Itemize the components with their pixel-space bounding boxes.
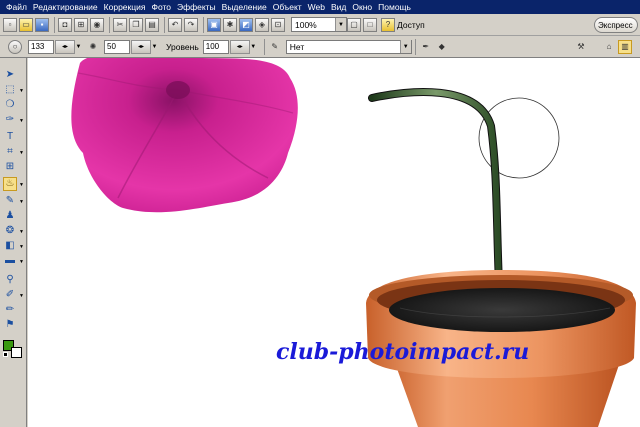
text-tool-icon[interactable]: T	[3, 130, 17, 144]
paste-icon[interactable]: ▤	[145, 17, 159, 32]
size-stepper-icon[interactable]: ◂▸	[55, 39, 75, 54]
chevron-down-icon[interactable]: ▼	[75, 40, 82, 54]
toolbar-divider	[263, 38, 265, 55]
softness-stepper-icon[interactable]: ◂▸	[131, 39, 151, 54]
level-stepper-icon[interactable]: ◂▸	[229, 39, 250, 54]
chevron-down-icon[interactable]: ▼	[19, 88, 24, 94]
chevron-down-icon[interactable]: ▼	[19, 199, 24, 205]
express-mode-button[interactable]: Экспресс	[594, 17, 638, 33]
full-screen-icon[interactable]: □	[363, 17, 377, 32]
new-file-icon[interactable]: ▫	[3, 17, 17, 32]
menu-file[interactable]: Файл	[3, 0, 30, 14]
transform-tool-icon[interactable]: ⊞	[3, 160, 17, 174]
options-toolbar: ○ 133 ◂▸ ▼ ✺ 50 ◂▸ ▼ Уровень 100 ◂▸ ▼ ✎ …	[0, 36, 640, 58]
menu-view[interactable]: Вид	[328, 0, 349, 14]
menu-adjust[interactable]: Коррекция	[101, 0, 149, 14]
zoom-tool-icon[interactable]: ⚲	[3, 273, 17, 287]
pick-tool-icon[interactable]: ➤	[3, 68, 17, 82]
watermark-text: club-photoimpact.ru	[276, 339, 530, 365]
zoom-value: 100%	[295, 19, 317, 30]
chevron-down-icon[interactable]: ▼	[19, 244, 24, 250]
menu-selection[interactable]: Выделение	[219, 0, 270, 14]
panel-manager-icon[interactable]: ⌂	[602, 40, 616, 54]
menu-photo[interactable]: Фото	[148, 0, 174, 14]
canvas-artwork	[71, 58, 636, 427]
level-label: Уровень	[166, 41, 199, 52]
camera-icon[interactable]: ◉	[90, 17, 104, 32]
access-icon: ?	[381, 17, 395, 32]
copy-icon[interactable]: ❐	[129, 17, 143, 32]
cut-icon[interactable]: ✂	[113, 17, 127, 32]
chevron-down-icon[interactable]: ▼	[399, 40, 411, 53]
object-tool-icon[interactable]: ⚑	[3, 318, 17, 332]
level-input[interactable]: 100	[202, 39, 229, 54]
crop-tool-icon[interactable]: ⌗	[3, 145, 17, 159]
tool-options-icon[interactable]: ⚒	[574, 40, 588, 54]
softness-icon: ✺	[89, 41, 97, 51]
undo-icon[interactable]: ↶	[168, 17, 182, 32]
reset-colors-icon[interactable]	[3, 352, 8, 357]
size-input[interactable]: 133	[28, 39, 54, 54]
save-icon[interactable]: ▪	[35, 17, 49, 32]
fill-tool-icon[interactable]: ♨	[3, 177, 17, 191]
toolbar-divider	[164, 16, 165, 33]
toolbar-divider	[414, 38, 416, 55]
access-button[interactable]: ? Доступ	[381, 17, 425, 32]
chevron-down-icon[interactable]: ▼	[19, 293, 24, 299]
pink-flower	[71, 58, 298, 213]
chevron-down-icon[interactable]: ▼	[151, 40, 158, 54]
image-preview-icon[interactable]: ▣	[207, 17, 221, 32]
chevron-down-icon[interactable]: ▼	[19, 118, 24, 124]
enhance-icon[interactable]: ◩	[239, 17, 253, 32]
resize-icon[interactable]: ⊡	[271, 17, 285, 32]
access-label: Доступ	[397, 19, 425, 30]
selection-tool-icon[interactable]: ⬚	[3, 83, 17, 97]
effect-icon[interactable]: ✱	[223, 17, 237, 32]
brush-tool-icon[interactable]: ✎	[3, 194, 17, 208]
menu-object[interactable]: Объект	[270, 0, 305, 14]
menu-web[interactable]: Web	[305, 0, 328, 14]
background-color-swatch[interactable]	[11, 347, 22, 358]
mode-icon: ✎	[271, 41, 279, 51]
chevron-down-icon[interactable]: ▼	[250, 40, 257, 54]
menu-edit[interactable]: Редактирование	[30, 0, 101, 14]
eyedropper-tool-icon[interactable]: ✐	[3, 288, 17, 302]
preset-icon[interactable]: ◆	[435, 40, 449, 54]
brush-options-icon[interactable]: ✒	[419, 40, 433, 54]
layer-manager-icon[interactable]: ▥	[618, 39, 632, 54]
gradient-tool-icon[interactable]: ▬	[3, 254, 17, 268]
standard-toolbar: ▫ ▭ ▪ ◘ ⊞ ◉ ✂ ❐ ▤ ↶ ↷ ▣ ✱ ◩ ◈ ⊡ 100% ▼ ▢…	[0, 14, 640, 36]
lasso-tool-icon[interactable]: ❍	[3, 98, 17, 112]
toolbar-divider	[203, 16, 204, 33]
print-icon[interactable]: ⊞	[74, 17, 88, 32]
chevron-down-icon[interactable]: ▼	[19, 182, 24, 188]
image-canvas[interactable]: club-photoimpact.ru	[28, 58, 640, 427]
shape-circle-icon[interactable]: ○	[8, 39, 22, 54]
menu-window[interactable]: Окно	[349, 0, 375, 14]
mode-value: Нет	[289, 41, 305, 52]
clone-stamp-icon[interactable]: ♟	[3, 209, 17, 223]
redo-icon[interactable]: ↷	[184, 17, 198, 32]
softness-input[interactable]: 50	[104, 39, 130, 54]
pen-tool-icon[interactable]: ✑	[3, 113, 17, 127]
chevron-down-icon[interactable]: ▼	[19, 150, 24, 156]
retouch-tool-icon[interactable]: ❂	[3, 224, 17, 238]
chevron-down-icon[interactable]: ▼	[19, 259, 24, 265]
zoom-select[interactable]: 100% ▼	[291, 17, 347, 32]
open-folder-icon[interactable]: ▭	[19, 17, 33, 32]
menu-bar: Файл Редактирование Коррекция Фото Эффек…	[0, 0, 640, 14]
toolbar-divider	[54, 16, 55, 33]
scan-icon[interactable]: ◘	[58, 17, 72, 32]
menu-effects[interactable]: Эффекты	[174, 0, 219, 14]
chevron-down-icon[interactable]: ▼	[19, 229, 24, 235]
chevron-down-icon[interactable]: ▼	[335, 18, 346, 31]
tool-panel: ➤ ⬚ ▼ ❍ ✑ ▼ T ⌗ ▼ ⊞ ♨ ▼ ✎ ▼ ♟ ❂ ▼ ◧ ▼ ▬ …	[0, 58, 27, 427]
mode-select[interactable]: Нет ▼	[285, 39, 412, 54]
eraser-tool-icon[interactable]: ◧	[3, 239, 17, 253]
color-adjust-icon[interactable]: ◈	[255, 17, 269, 32]
path-tool-icon[interactable]: ✏	[3, 303, 17, 317]
toolbar-divider	[109, 16, 110, 33]
menu-help[interactable]: Помощь	[375, 0, 414, 14]
fit-window-icon[interactable]: ▢	[347, 17, 361, 32]
